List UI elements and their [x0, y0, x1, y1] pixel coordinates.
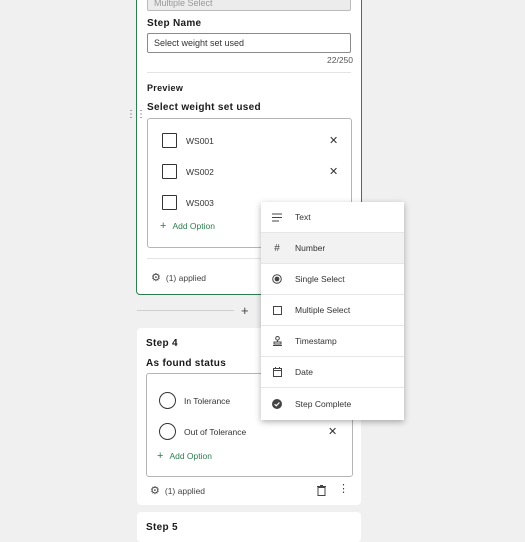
- remove-option-icon[interactable]: ✕: [329, 165, 338, 178]
- checkbox[interactable]: [162, 133, 177, 148]
- option-row[interactable]: WS001: [162, 133, 214, 148]
- insert-line: [137, 310, 234, 311]
- menu-item-step-complete[interactable]: Step Complete: [261, 388, 404, 420]
- stamp-icon: [270, 336, 284, 346]
- check-circle-icon: [270, 399, 284, 409]
- step-5-card: Step 5: [137, 512, 361, 542]
- remove-option-icon[interactable]: ✕: [328, 425, 337, 438]
- checkbox-icon: [270, 305, 284, 315]
- preview-question: Select weight set used: [147, 102, 261, 113]
- gear-icon: ⚙: [151, 272, 161, 284]
- more-options-icon[interactable]: ⋮: [338, 482, 349, 495]
- option-label: WS003: [186, 197, 214, 208]
- option-row[interactable]: In Tolerance: [159, 392, 230, 409]
- option-row[interactable]: WS002: [162, 164, 214, 179]
- calendar-icon: [270, 367, 284, 377]
- option-label: In Tolerance: [184, 395, 231, 406]
- delete-step-icon[interactable]: [317, 483, 326, 501]
- checkbox[interactable]: [162, 164, 177, 179]
- plus-icon: +: [160, 220, 167, 232]
- plus-icon: +: [157, 450, 164, 462]
- add-option-button[interactable]: + Add Option: [160, 220, 215, 232]
- option-row[interactable]: WS003: [162, 195, 214, 210]
- option-label: WS002: [186, 166, 214, 177]
- step-title: Step 5: [146, 522, 178, 533]
- radio-button[interactable]: [159, 392, 176, 409]
- text-lines-icon: [270, 213, 284, 222]
- menu-item-number[interactable]: # Number: [261, 233, 404, 264]
- menu-item-multiple-select[interactable]: Multiple Select: [261, 295, 404, 326]
- step-name-input[interactable]: Select weight set used: [147, 33, 351, 53]
- step-type-select[interactable]: Multiple Select: [147, 0, 351, 11]
- insert-step-button[interactable]: +: [241, 303, 249, 318]
- menu-item-single-select[interactable]: Single Select: [261, 264, 404, 295]
- remove-option-icon[interactable]: ✕: [329, 134, 338, 147]
- divider: [147, 72, 351, 73]
- gear-icon: ⚙: [150, 485, 160, 497]
- step-type-menu: Text # Number Single Select Multiple Sele…: [261, 202, 404, 420]
- menu-item-text[interactable]: Text: [261, 202, 404, 233]
- char-count: 22/250: [327, 55, 353, 65]
- step-name-label: Step Name: [147, 18, 202, 29]
- option-label: WS001: [186, 135, 214, 146]
- option-row[interactable]: Out of Tolerance: [159, 423, 246, 440]
- preview-label: Preview: [147, 83, 184, 93]
- menu-item-date[interactable]: Date: [261, 357, 404, 388]
- radio-button[interactable]: [159, 423, 176, 440]
- step-question: As found status: [146, 358, 227, 369]
- checkbox[interactable]: [162, 195, 177, 210]
- conditions-applied[interactable]: ⚙ (1) applied: [150, 484, 205, 497]
- menu-item-timestamp[interactable]: Timestamp: [261, 326, 404, 357]
- radio-icon: [270, 274, 284, 284]
- conditions-applied[interactable]: ⚙ (1) applied: [151, 271, 206, 284]
- hash-icon: #: [274, 242, 280, 254]
- step-title: Step 4: [146, 338, 178, 349]
- add-option-button[interactable]: + Add Option: [157, 450, 212, 462]
- drag-handle-icon[interactable]: ⋮⋮: [126, 110, 146, 120]
- option-label: Out of Tolerance: [184, 426, 247, 437]
